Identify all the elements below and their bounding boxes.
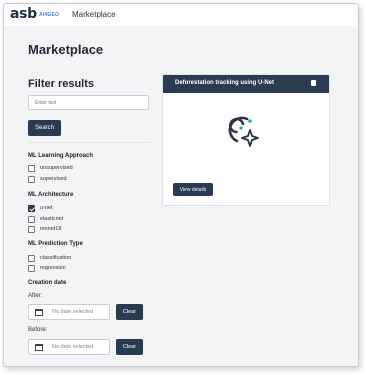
filter-heading: Filter results bbox=[28, 78, 95, 90]
after-label: After: bbox=[28, 293, 43, 299]
view-details-button[interactable]: View details bbox=[173, 183, 213, 196]
before-date-placeholder: No date selected bbox=[52, 344, 94, 350]
option-regression[interactable]: regression bbox=[28, 264, 66, 272]
option-classification[interactable]: classification bbox=[28, 254, 71, 262]
checkbox-unsupervised[interactable] bbox=[28, 164, 35, 172]
divider bbox=[28, 142, 150, 143]
accent-dot bbox=[248, 119, 252, 123]
option-label: elasticnet bbox=[40, 216, 64, 222]
page-title: Marketplace bbox=[28, 42, 104, 57]
after-clear-button[interactable]: Clear bbox=[116, 304, 143, 320]
brand-logo-sub: AI4GEO bbox=[39, 12, 60, 18]
after-date-field[interactable]: No date selected bbox=[28, 304, 110, 320]
before-clear-button[interactable]: Clear bbox=[116, 339, 143, 355]
before-label: Before: bbox=[28, 327, 48, 333]
option-u-net[interactable]: u-net bbox=[28, 204, 53, 212]
checkbox-regression[interactable] bbox=[28, 264, 35, 272]
sparkle-star bbox=[241, 129, 259, 147]
option-label: supervised bbox=[40, 176, 67, 182]
sparkle-spiral-icon bbox=[228, 116, 259, 147]
card-title[interactable]: Deforestation tracking using U-Net bbox=[175, 80, 274, 86]
option-resnet18[interactable]: resnet18 bbox=[28, 225, 61, 233]
top-bar-title[interactable]: Marketplace bbox=[72, 10, 116, 19]
option-label: unsupervised bbox=[40, 165, 73, 171]
option-label: classification bbox=[40, 255, 72, 261]
option-supervised[interactable]: supervised bbox=[28, 175, 67, 183]
model-card[interactable]: Deforestation tracking using U-Net View … bbox=[162, 74, 330, 206]
app-window: asb AI4GEO Marketplace Marketplace Filte… bbox=[3, 3, 359, 367]
group-title-prediction-type: ML Prediction Type bbox=[28, 241, 83, 247]
checkbox-elasticnet[interactable] bbox=[28, 215, 35, 223]
checkbox-supervised[interactable] bbox=[28, 175, 35, 183]
search-input[interactable] bbox=[28, 95, 149, 110]
accent-dot bbox=[239, 126, 243, 130]
top-bar: asb AI4GEO Marketplace bbox=[4, 4, 358, 27]
brand-logo[interactable]: asb bbox=[10, 6, 37, 22]
group-title-learning-approach: ML Learning Approach bbox=[28, 153, 94, 159]
option-elasticnet[interactable]: elasticnet bbox=[28, 215, 63, 223]
option-unsupervised[interactable]: unsupervised bbox=[28, 164, 73, 172]
card-header: Deforestation tracking using U-Net bbox=[163, 75, 329, 93]
document-icon[interactable] bbox=[311, 80, 316, 86]
calendar-icon[interactable] bbox=[35, 309, 43, 316]
filter-panel: Filter results Search ML Learning Approa… bbox=[28, 78, 152, 355]
checkbox-classification[interactable] bbox=[28, 254, 35, 262]
option-label: regression bbox=[40, 265, 66, 271]
checkbox-u-net[interactable] bbox=[28, 204, 35, 212]
option-label: resnet18 bbox=[40, 226, 62, 232]
group-title-architecture: ML Architecture bbox=[28, 192, 74, 198]
group-title-creation-date: Creation date bbox=[28, 280, 67, 286]
after-date-placeholder: No date selected bbox=[52, 309, 94, 315]
calendar-icon[interactable] bbox=[35, 344, 43, 351]
checkbox-resnet18[interactable] bbox=[28, 225, 35, 233]
search-button[interactable]: Search bbox=[28, 120, 61, 136]
main-content: Marketplace Filter results Search ML Lea… bbox=[4, 26, 358, 366]
before-date-field[interactable]: No date selected bbox=[28, 339, 110, 355]
option-label: u-net bbox=[40, 205, 53, 211]
